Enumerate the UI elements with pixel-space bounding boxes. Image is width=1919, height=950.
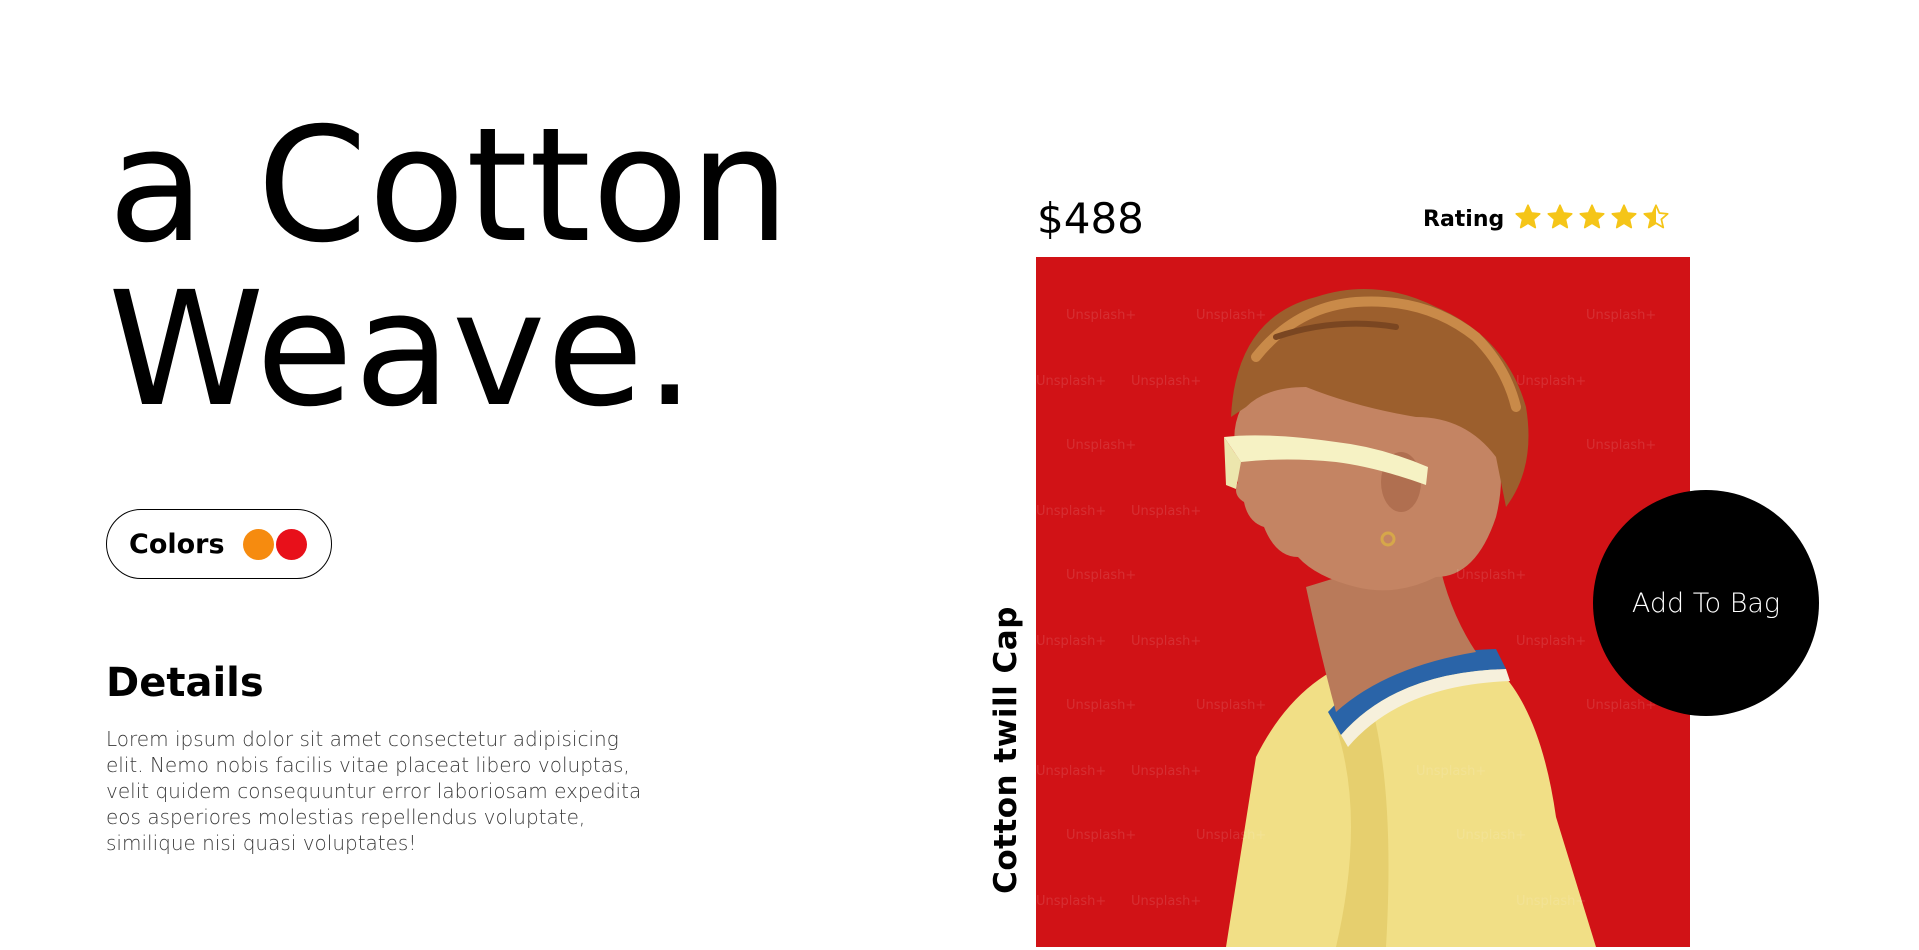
svg-text:Unsplash+: Unsplash+ (1066, 698, 1136, 713)
star-full-icon (1515, 204, 1541, 229)
svg-text:Unsplash+: Unsplash+ (1516, 634, 1586, 649)
svg-text:Unsplash+: Unsplash+ (1036, 764, 1106, 779)
svg-text:Unsplash+: Unsplash+ (1516, 894, 1586, 909)
star-full-icon (1579, 204, 1605, 229)
star-half-icon (1643, 204, 1669, 229)
svg-text:Unsplash+: Unsplash+ (1131, 764, 1201, 779)
svg-text:Unsplash+: Unsplash+ (1586, 698, 1656, 713)
color-swatch-red[interactable] (275, 528, 307, 560)
product-rating: Rating (1423, 203, 1670, 235)
svg-text:Unsplash+: Unsplash+ (1196, 828, 1266, 843)
svg-text:Unsplash+: Unsplash+ (1416, 764, 1486, 779)
star-full-icon (1611, 204, 1637, 229)
hero-title-line-1: a Cotton (108, 94, 791, 278)
svg-text:Unsplash+: Unsplash+ (1456, 828, 1526, 843)
add-to-bag-button[interactable]: Add To Bag (1593, 490, 1819, 716)
hero-title-line-2: Weave. (108, 258, 696, 442)
star-full-icon (1547, 204, 1573, 229)
svg-text:Unsplash+: Unsplash+ (1131, 634, 1201, 649)
rating-stars (1510, 203, 1670, 235)
svg-text:Unsplash+: Unsplash+ (1036, 504, 1106, 519)
svg-text:Unsplash+: Unsplash+ (1456, 568, 1526, 583)
svg-text:Unsplash+: Unsplash+ (1066, 568, 1136, 583)
model-illustration: Unsplash+ Unsplash+ Unsplash+ Unsplash+ … (1036, 257, 1690, 947)
product-price: $488 (1037, 194, 1144, 243)
svg-text:Unsplash+: Unsplash+ (1036, 374, 1106, 389)
svg-text:Unsplash+: Unsplash+ (1036, 894, 1106, 909)
details-description: Lorem ipsum dolor sit amet consectetur a… (106, 727, 642, 855)
rating-label: Rating (1423, 206, 1505, 232)
svg-text:Unsplash+: Unsplash+ (1586, 438, 1656, 453)
color-swatch-orange[interactable] (242, 528, 274, 560)
details-heading: Details (106, 660, 264, 706)
svg-text:Unsplash+: Unsplash+ (1131, 374, 1201, 389)
product-page: a Cotton Weave. Colors Details Lorem ips… (0, 0, 1919, 950)
svg-text:Unsplash+: Unsplash+ (1066, 438, 1136, 453)
svg-text:Unsplash+: Unsplash+ (1196, 698, 1266, 713)
hero-title: a Cotton Weave. (108, 104, 791, 432)
product-name-vertical: Cotton twill Cap (988, 606, 1024, 894)
svg-text:Unsplash+: Unsplash+ (1131, 504, 1201, 519)
colors-label: Colors (129, 528, 225, 560)
svg-text:Unsplash+: Unsplash+ (1066, 828, 1136, 843)
svg-text:Unsplash+: Unsplash+ (1516, 374, 1586, 389)
svg-text:Unsplash+: Unsplash+ (1131, 894, 1201, 909)
svg-text:Unsplash+: Unsplash+ (1066, 308, 1136, 323)
colors-selector: Colors (106, 509, 332, 579)
svg-text:Unsplash+: Unsplash+ (1586, 308, 1656, 323)
svg-text:Unsplash+: Unsplash+ (1196, 308, 1266, 323)
svg-text:Unsplash+: Unsplash+ (1036, 634, 1106, 649)
product-photo: Unsplash+ Unsplash+ Unsplash+ Unsplash+ … (1036, 257, 1690, 947)
